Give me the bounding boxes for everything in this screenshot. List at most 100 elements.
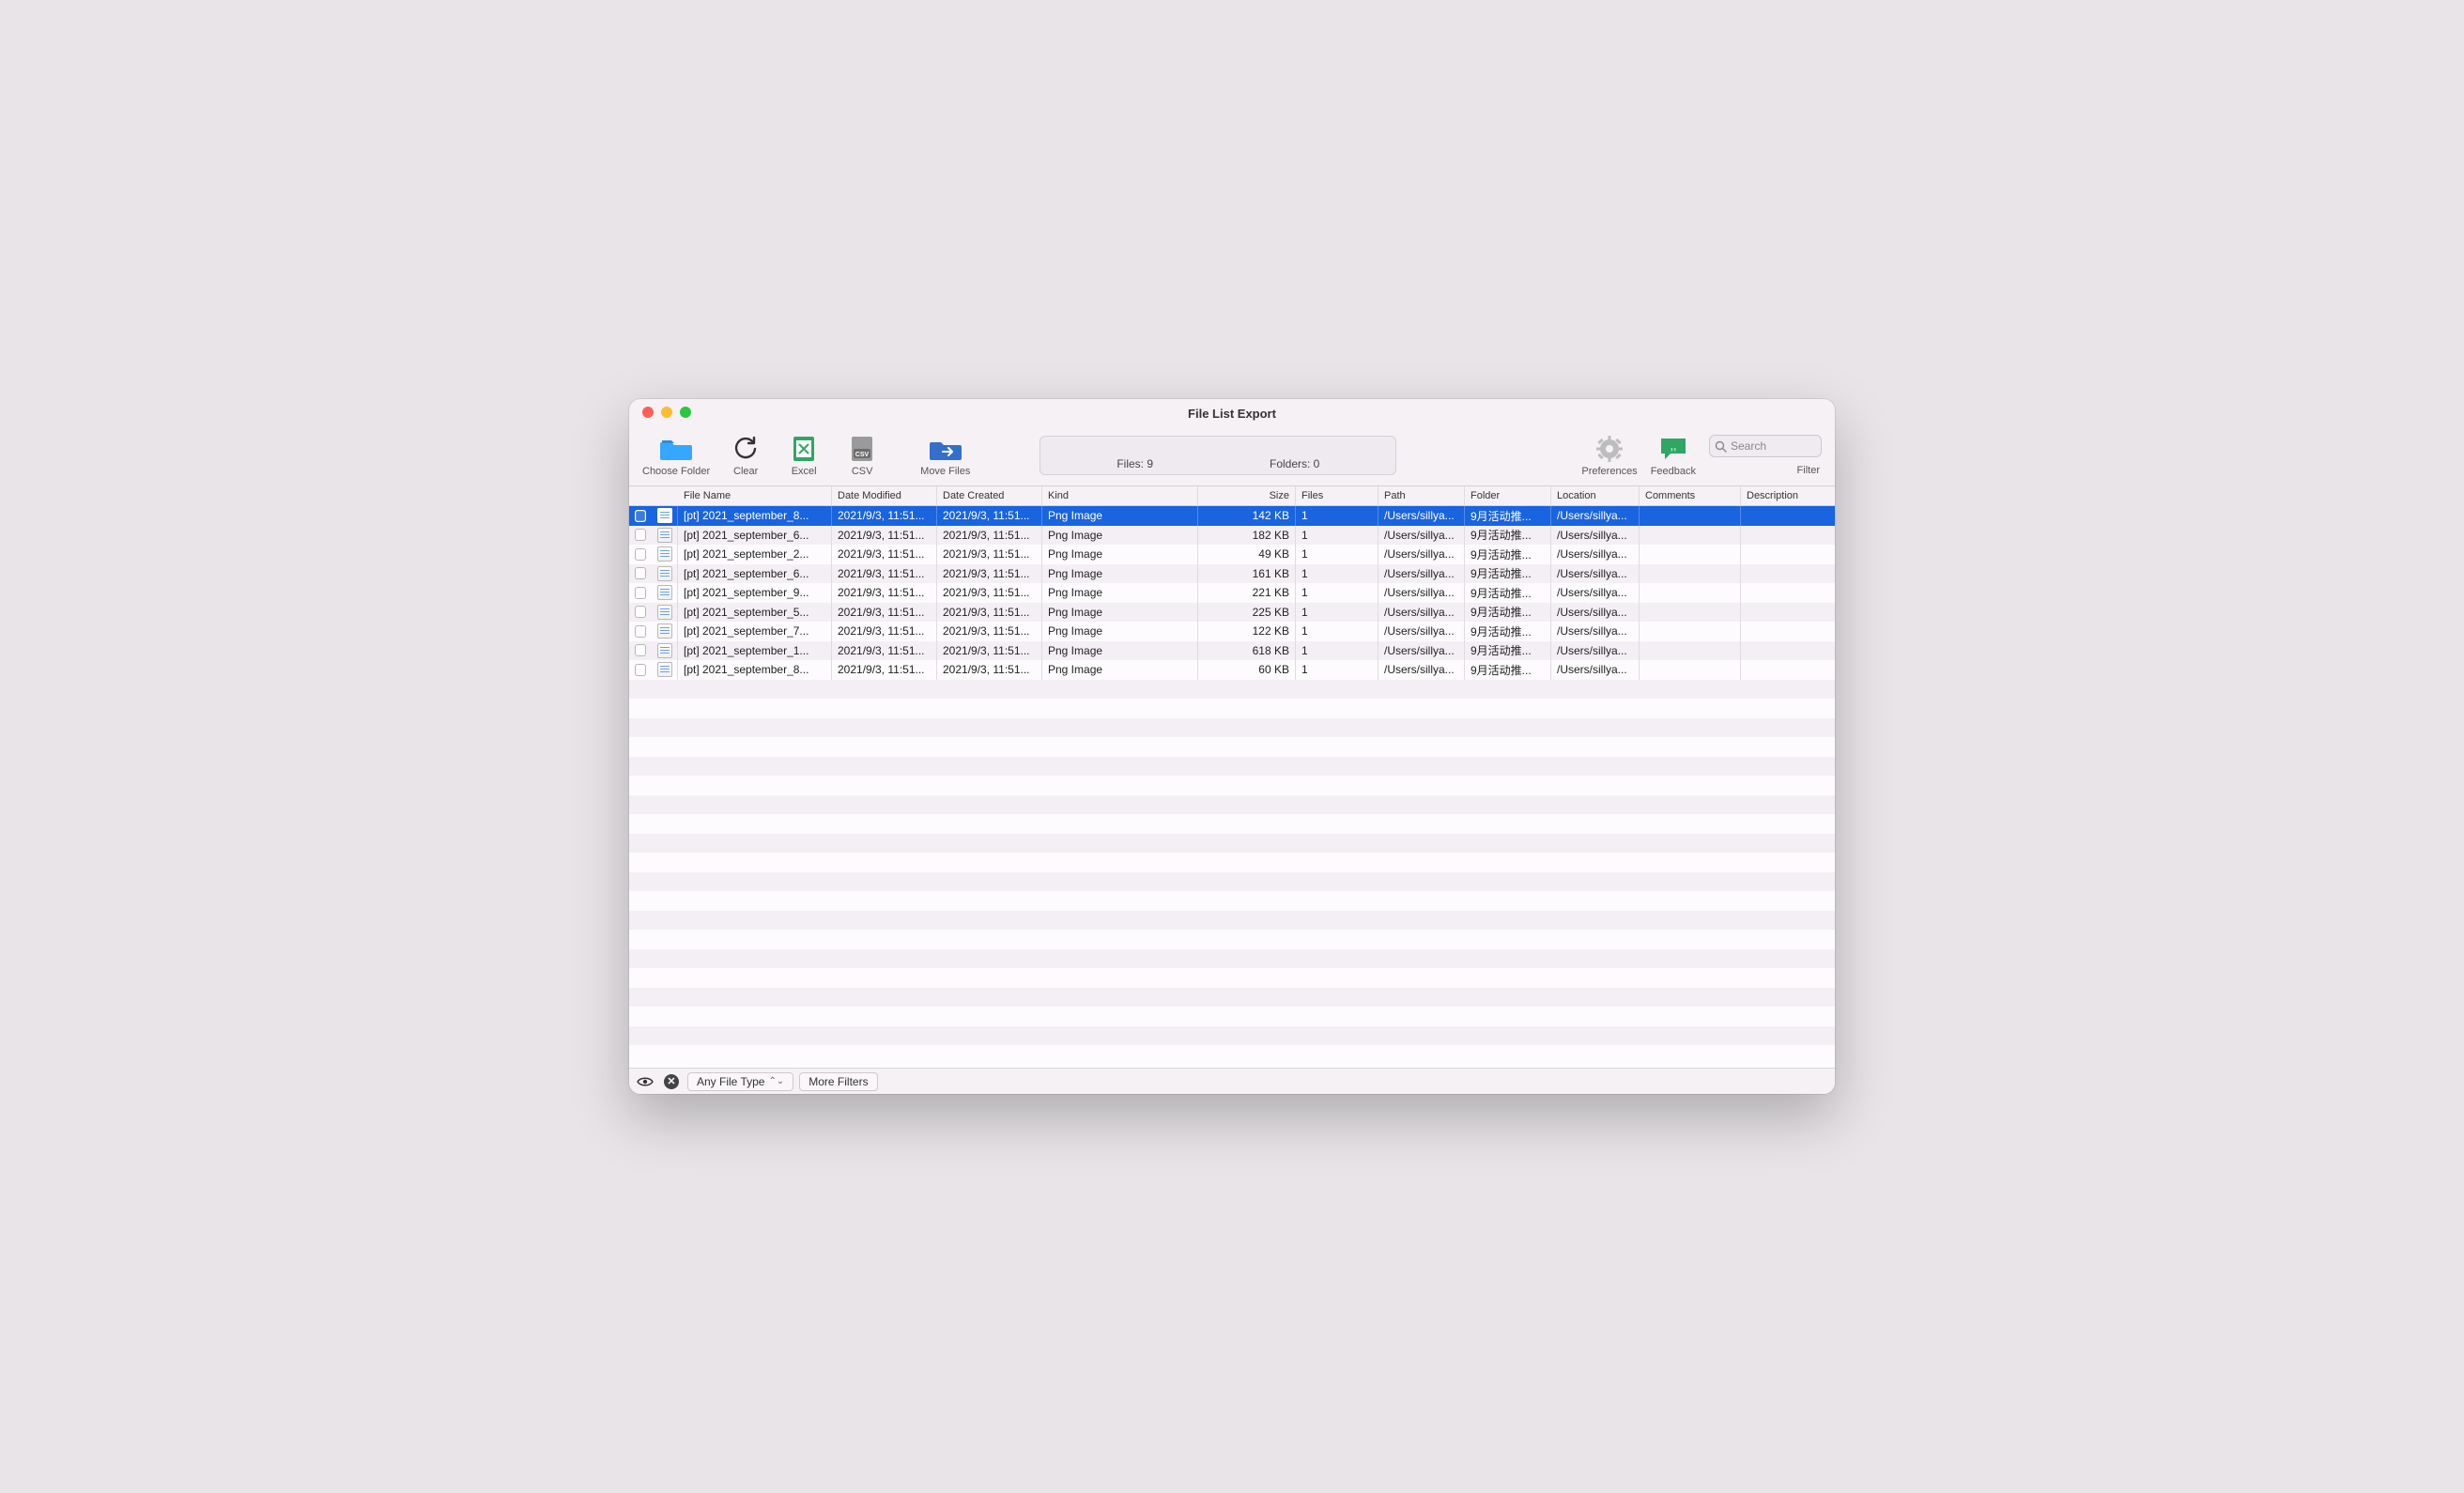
cell-files: 1 [1296,641,1378,661]
cell-folder: 9月活动推... [1465,603,1551,623]
table-row-empty [629,776,1835,795]
table-row[interactable]: [pt] 2021_september_9...2021/9/3, 11:51.… [629,583,1835,603]
cell-description [1741,564,1835,584]
header-files[interactable]: Files [1296,486,1378,505]
table-row-empty [629,718,1835,738]
cell-kind: Png Image [1042,545,1198,564]
clear-label: Clear [733,466,758,477]
table-row-empty [629,757,1835,777]
table-row[interactable]: [pt] 2021_september_8... 2021/9/3, 11:51.… [629,506,1835,526]
file-icon [657,643,672,658]
row-checkbox[interactable] [629,603,652,623]
cell-description [1741,641,1835,661]
header-checkbox-col[interactable] [629,486,652,505]
row-checkbox[interactable] [629,564,652,584]
table-row[interactable]: [pt] 2021_september_1...2021/9/3, 11:51.… [629,641,1835,661]
cell-kind: Png Image [1042,526,1198,546]
row-checkbox[interactable] [629,526,652,546]
files-count: Files: 9 [1116,457,1153,470]
header-path[interactable]: Path [1378,486,1465,505]
header-size[interactable]: Size [1198,486,1296,505]
clear-filter-button[interactable]: ✕ [661,1072,682,1091]
more-filters-button[interactable]: More Filters [799,1072,877,1091]
cell-comments [1640,641,1741,661]
cell-date-created: 2021/9/3, 11:51... [937,545,1042,564]
search-input[interactable]: Search [1709,435,1822,457]
file-icon [657,528,672,543]
choose-folder-button[interactable]: Choose Folder [642,435,710,477]
feedback-button[interactable]: ,, Feedback [1651,435,1696,477]
row-checkbox[interactable] [629,545,652,564]
table-row[interactable]: [pt] 2021_september_2... 2021/9/3, 11:51.… [629,545,1835,564]
header-description[interactable]: Description [1741,486,1835,505]
cell-date-created: 2021/9/3, 11:51... [937,603,1042,623]
table-row-empty [629,814,1835,834]
header-folder[interactable]: Folder [1465,486,1551,505]
cell-comments [1640,506,1741,526]
row-file-icon-cell [652,622,678,641]
cell-size: 122 KB [1198,622,1296,641]
row-checkbox[interactable] [629,506,652,526]
cell-file-name: [pt] 2021_september_8... [678,660,832,680]
cell-description [1741,622,1835,641]
header-comments[interactable]: Comments [1640,486,1741,505]
cell-kind: Png Image [1042,583,1198,603]
table-body[interactable]: [pt] 2021_september_8... 2021/9/3, 11:51.… [629,506,1835,1068]
cell-files: 1 [1296,603,1378,623]
cell-comments [1640,660,1741,680]
table-row[interactable]: [pt] 2021_september_6...2021/9/3, 11:51.… [629,564,1835,584]
table-row[interactable]: [pt] 2021_september_6...2021/9/3, 11:51.… [629,526,1835,546]
csv-button[interactable]: CSV CSV [839,435,885,477]
cell-path: /Users/sillya... [1378,641,1465,661]
folders-count: Folders: 0 [1270,457,1319,470]
cell-date-created: 2021/9/3, 11:51... [937,526,1042,546]
cell-size: 221 KB [1198,583,1296,603]
cell-size: 225 KB [1198,603,1296,623]
clear-button[interactable]: Clear [723,435,768,477]
cell-folder: 9月活动推... [1465,641,1551,661]
choose-folder-label: Choose Folder [642,466,710,477]
cell-files: 1 [1296,564,1378,584]
table-row[interactable]: [pt] 2021_september_8...2021/9/3, 11:51.… [629,660,1835,680]
cell-description [1741,603,1835,623]
cell-file-name: [pt] 2021_september_8... [678,506,832,526]
cell-path: /Users/sillya... [1378,583,1465,603]
filter-label[interactable]: Filter [1797,459,1822,476]
minimize-window-button[interactable] [661,407,672,418]
table-row-empty [629,737,1835,757]
feedback-icon: ,, [1657,435,1689,463]
quicklook-button[interactable] [635,1072,655,1091]
excel-button[interactable]: Excel [781,435,826,477]
toolbar: Choose Folder Clear Excel [629,425,1835,485]
header-date-created[interactable]: Date Created [937,486,1042,505]
header-date-modified[interactable]: Date Modified [832,486,937,505]
table-row[interactable]: [pt] 2021_september_5...2021/9/3, 11:51.… [629,603,1835,623]
checkbox-icon [635,529,646,541]
row-file-icon-cell [652,660,678,680]
row-checkbox[interactable] [629,583,652,603]
excel-icon [788,435,820,463]
row-file-icon-cell [652,506,678,526]
close-window-button[interactable] [642,407,654,418]
move-files-button[interactable]: Move Files [920,435,970,477]
row-checkbox[interactable] [629,660,652,680]
row-checkbox[interactable] [629,622,652,641]
cell-description [1741,545,1835,564]
preferences-button[interactable]: Preferences [1581,435,1637,477]
header-location[interactable]: Location [1551,486,1640,505]
window-controls [642,407,691,418]
zoom-window-button[interactable] [680,407,691,418]
cell-file-name: [pt] 2021_september_2... [678,545,832,564]
cell-files: 1 [1296,506,1378,526]
table-row-empty [629,872,1835,892]
row-checkbox[interactable] [629,641,652,661]
header-file-name[interactable]: File Name [678,486,832,505]
header-kind[interactable]: Kind [1042,486,1198,505]
search-icon [1715,440,1727,453]
cell-date-created: 2021/9/3, 11:51... [937,506,1042,526]
cell-path: /Users/sillya... [1378,545,1465,564]
file-type-filter[interactable]: Any File Type ⌃⌄ [687,1072,793,1091]
cell-location: /Users/sillya... [1551,545,1640,564]
csv-label: CSV [852,466,873,477]
table-row[interactable]: [pt] 2021_september_7...2021/9/3, 11:51.… [629,622,1835,641]
